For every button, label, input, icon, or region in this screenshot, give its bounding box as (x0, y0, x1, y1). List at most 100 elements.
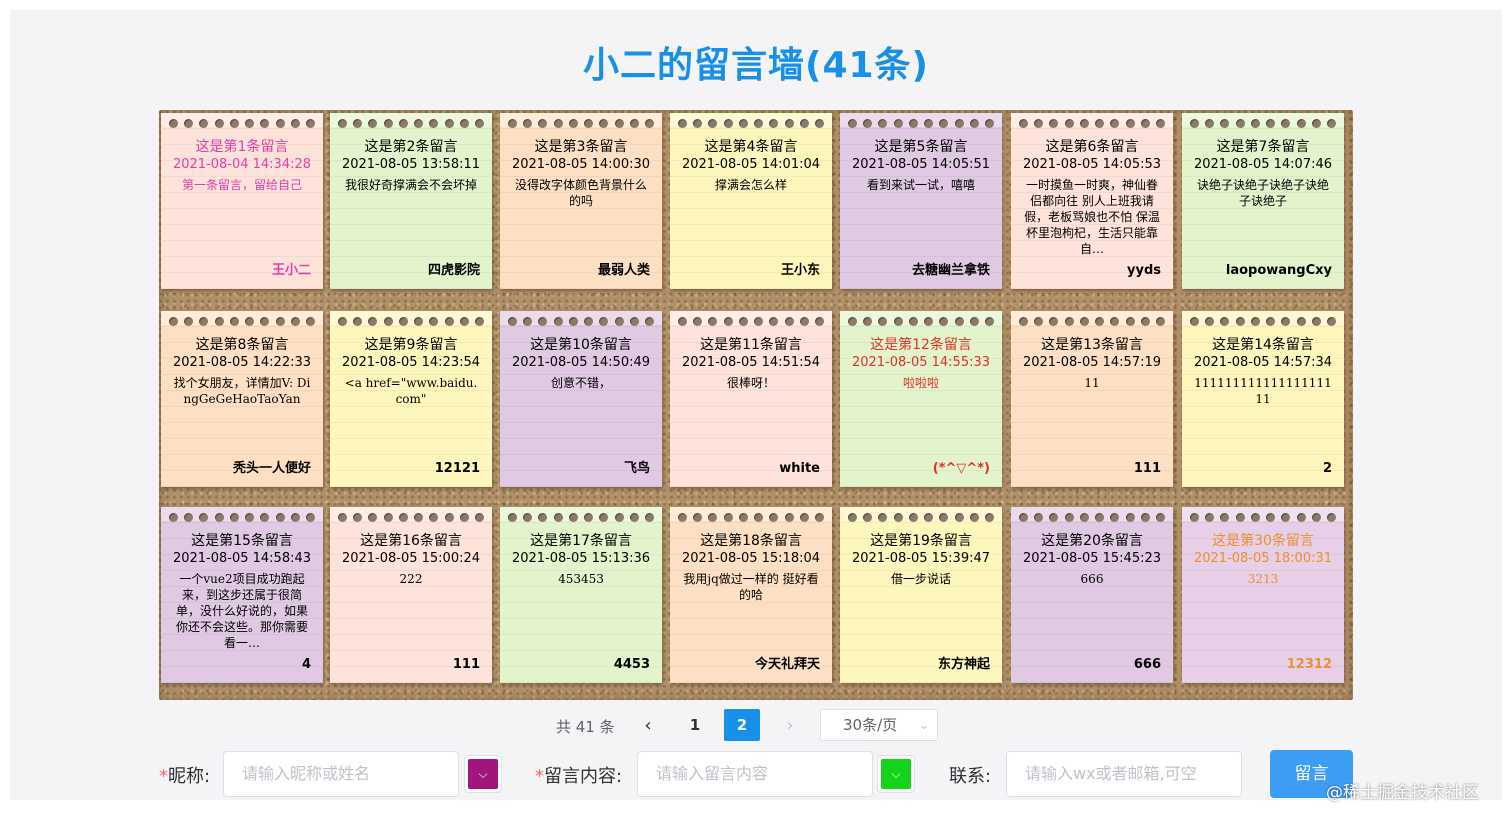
binder-hole (693, 119, 703, 128)
binder-holes (1019, 119, 1165, 131)
nickname-input[interactable]: 请输入昵称或姓名 (223, 751, 459, 797)
binder-hole (1266, 119, 1276, 128)
note-body: 222 (399, 572, 423, 586)
binder-hole (644, 513, 654, 522)
binder-hole (708, 119, 718, 128)
binder-hole (1220, 513, 1230, 522)
binder-hole (1049, 513, 1059, 522)
binder-hole (969, 119, 979, 128)
contact-input[interactable]: 请输入wx或者邮箱,可空 (1006, 751, 1242, 797)
note-time: 2021-08-05 15:45:23 (1022, 551, 1162, 566)
note-time: 2021-08-05 14:05:51 (851, 157, 991, 172)
binder-hole (814, 513, 824, 522)
binder-hole (353, 119, 363, 128)
note-body: 11 (1084, 376, 1100, 390)
binder-hole (353, 513, 363, 522)
binder-hole (260, 317, 270, 326)
binder-hole (199, 317, 209, 326)
binder-hole (1235, 513, 1245, 522)
note-time: 2021-08-05 15:18:04 (681, 551, 821, 566)
page-size-select[interactable]: 30条/页 ⌄ (820, 709, 938, 741)
binder-hole (368, 317, 378, 326)
binder-hole (1095, 119, 1105, 128)
note-body: 我用jq做过一样的 挺好看的哈 (683, 572, 819, 602)
prev-page-button[interactable]: ‹ (638, 713, 658, 739)
binder-holes (1019, 317, 1165, 329)
note-time: 2021-08-05 15:13:36 (511, 551, 651, 566)
page-2-button[interactable]: 2 (724, 709, 760, 741)
binder-hole (1266, 513, 1276, 522)
binder-hole (305, 317, 315, 326)
binder-hole (629, 119, 639, 128)
binder-holes (1190, 317, 1336, 329)
binder-hole (1205, 119, 1215, 128)
note-author: 2 (1322, 461, 1332, 476)
binder-hole (614, 513, 624, 522)
binder-hole (338, 317, 347, 326)
binder-hole (305, 119, 315, 128)
note-time: 2021-08-05 14:23:54 (341, 355, 481, 370)
binder-hole (738, 513, 748, 522)
binder-hole (614, 119, 624, 128)
binder-hole (644, 317, 654, 326)
binder-holes (338, 119, 484, 131)
note-title: 这是第8条留言 (195, 337, 289, 353)
page-1-button[interactable]: 1 (677, 709, 713, 741)
contact-label: 联系: (949, 766, 992, 787)
binder-hole (383, 317, 393, 326)
binder-holes (169, 317, 315, 329)
nickname-color-picker[interactable]: ⌵ (464, 755, 502, 793)
binder-hole (1079, 513, 1089, 522)
binder-hole (1110, 317, 1120, 326)
content-input[interactable]: 请输入留言内容 (637, 751, 873, 797)
binder-hole (584, 119, 594, 128)
binder-hole (1311, 513, 1321, 522)
binder-hole (908, 317, 918, 326)
note-body: 看到来试一试，嘻嘻 (866, 178, 975, 192)
note-author: 12121 (434, 461, 480, 476)
binder-hole (383, 119, 393, 128)
binder-hole (429, 513, 439, 522)
binder-hole (538, 119, 548, 128)
binder-hole (678, 119, 687, 128)
binder-holes (678, 513, 824, 525)
note-title: 这是第6条留言 (1045, 139, 1139, 155)
note-title: 这是第2条留言 (364, 139, 458, 155)
binder-hole (184, 317, 194, 326)
binder-hole (939, 513, 949, 522)
binder-hole (1095, 513, 1105, 522)
binder-hole (678, 513, 687, 522)
binder-hole (908, 513, 918, 522)
binder-hole (414, 513, 424, 522)
binder-hole (693, 513, 703, 522)
note-author: 飞鸟 (623, 461, 650, 476)
note-author: 王小二 (271, 263, 311, 278)
binder-hole (568, 513, 578, 522)
binder-hole (199, 513, 209, 522)
binder-hole (723, 513, 733, 522)
binder-hole (924, 317, 934, 326)
binder-hole (954, 513, 964, 522)
note-title: 这是第16条留言 (360, 533, 462, 549)
note-time: 2021-08-05 14:00:30 (511, 157, 651, 172)
binder-hole (1155, 317, 1165, 326)
binder-hole (1326, 119, 1336, 128)
note-author: 最弱人类 (597, 263, 650, 278)
binder-hole (459, 513, 469, 522)
binder-hole (184, 119, 194, 128)
binder-hole (969, 317, 979, 326)
note-title: 这是第18条留言 (700, 533, 802, 549)
binder-hole (398, 513, 408, 522)
binder-hole (553, 119, 563, 128)
next-page-button[interactable]: › (780, 713, 800, 739)
binder-hole (863, 513, 873, 522)
note-body: 找个女朋友，详情加V: DingGeGeHaoTaoYan (173, 376, 311, 406)
note-title: 这是第10条留言 (530, 337, 632, 353)
note-title: 这是第13条留言 (1041, 337, 1143, 353)
content-color-picker[interactable]: ⌵ (877, 755, 915, 793)
note-body: 453453 (558, 572, 604, 586)
binder-hole (290, 513, 300, 522)
binder-hole (939, 317, 949, 326)
message-note: 这是第13条留言 2021-08-05 14:57:19 11 111 (1011, 311, 1173, 487)
chevron-down-icon: ⌵ (468, 759, 498, 789)
